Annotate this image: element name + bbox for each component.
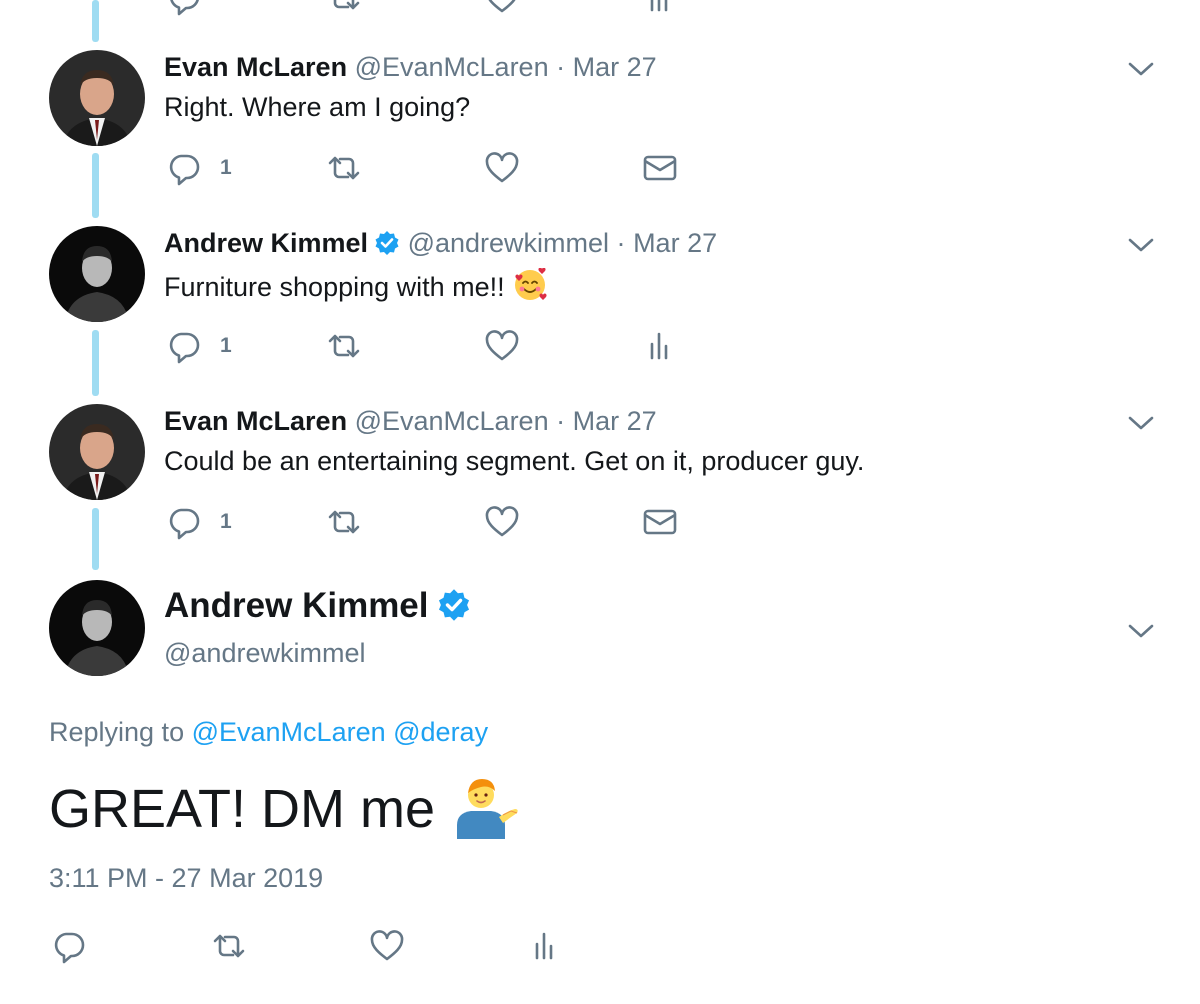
like-button[interactable]	[482, 0, 522, 18]
thread-line	[92, 508, 99, 570]
tweet-text-content: Furniture shopping with me!!	[164, 272, 505, 302]
main-tweet-actions	[49, 925, 609, 967]
replying-to: Replying to @EvanMcLaren @deray	[49, 716, 488, 748]
like-button[interactable]	[482, 148, 522, 188]
heart-icon	[482, 326, 522, 366]
reply-icon	[164, 148, 204, 188]
analytics-button[interactable]	[640, 326, 680, 366]
analytics-icon	[640, 0, 680, 18]
retweet-button[interactable]	[324, 326, 364, 366]
main-author-name[interactable]: Andrew Kimmel	[164, 585, 471, 627]
retweet-button[interactable]	[324, 502, 364, 542]
reply-count: 1	[220, 156, 232, 179]
tweet-text-content: GREAT! DM me	[49, 779, 436, 839]
tweet-date[interactable]: Mar 27	[573, 52, 657, 82]
heart-icon	[482, 502, 522, 542]
tweet-actions-partial	[164, 0, 724, 18]
retweet-icon	[209, 926, 249, 966]
avatar[interactable]	[49, 226, 145, 322]
like-button[interactable]	[482, 502, 522, 542]
author-name[interactable]: Andrew Kimmel	[164, 586, 429, 625]
tweet-actions: 1	[164, 326, 724, 366]
retweet-button[interactable]	[324, 0, 364, 18]
analytics-icon	[525, 926, 565, 966]
mention-link[interactable]: @EvanMcLaren	[192, 717, 386, 747]
reply-count: 1	[220, 510, 232, 533]
reply-button[interactable]	[164, 0, 204, 18]
heart-icon	[367, 926, 407, 966]
retweet-button[interactable]	[209, 925, 249, 967]
chevron-down-icon[interactable]	[1127, 236, 1155, 254]
retweet-icon	[324, 502, 364, 542]
heart-icon	[482, 0, 522, 18]
reply-icon	[164, 0, 204, 18]
author-name[interactable]: Evan McLaren	[164, 52, 347, 82]
reply-button[interactable]: 1	[164, 148, 232, 188]
reply-icon	[164, 502, 204, 542]
heart-icon	[482, 148, 522, 188]
person-tipping-hand-emoji	[449, 773, 521, 839]
envelope-icon	[640, 502, 680, 542]
reply-icon	[49, 926, 89, 966]
reply-icon	[164, 326, 204, 366]
direct-message-button[interactable]	[640, 148, 680, 188]
verified-badge-icon	[374, 230, 400, 256]
analytics-button[interactable]	[640, 0, 680, 18]
verified-badge-icon	[437, 588, 471, 622]
chevron-down-icon[interactable]	[1127, 60, 1155, 78]
thread-line	[92, 153, 99, 218]
retweet-icon	[324, 0, 364, 18]
like-button[interactable]	[482, 326, 522, 366]
reply-button[interactable]: 1	[164, 502, 232, 542]
avatar[interactable]	[49, 404, 145, 500]
tweet-actions: 1	[164, 502, 724, 542]
thread-line	[92, 0, 99, 42]
analytics-icon	[640, 326, 680, 366]
retweet-icon	[324, 326, 364, 366]
avatar[interactable]	[49, 580, 145, 676]
separator: ·	[616, 228, 626, 258]
author-name[interactable]: Evan McLaren	[164, 406, 347, 436]
main-author-handle[interactable]: @andrewkimmel	[164, 637, 365, 669]
thread-line	[92, 330, 99, 396]
retweet-button[interactable]	[324, 148, 364, 188]
tweet-text: Could be an entertaining segment. Get on…	[164, 446, 865, 476]
reply-button[interactable]: 1	[164, 326, 232, 366]
tweet-date[interactable]: Mar 27	[573, 406, 657, 436]
mention-link[interactable]: @deray	[393, 717, 488, 747]
reply-button[interactable]	[49, 925, 89, 967]
like-button[interactable]	[367, 925, 407, 967]
direct-message-button[interactable]	[640, 502, 680, 542]
author-handle[interactable]: @EvanMcLaren	[355, 52, 549, 82]
avatar[interactable]	[49, 50, 145, 146]
envelope-icon	[640, 148, 680, 188]
separator: ·	[556, 406, 566, 436]
author-name[interactable]: Andrew Kimmel	[164, 228, 368, 258]
main-tweet-text: GREAT! DM me	[49, 773, 521, 841]
separator: ·	[556, 52, 566, 82]
retweet-icon	[324, 148, 364, 188]
author-handle[interactable]: @EvanMcLaren	[355, 406, 549, 436]
tweet-text: Furniture shopping with me!!	[164, 268, 547, 304]
reply-count: 1	[220, 334, 232, 357]
tweet-actions: 1	[164, 148, 724, 188]
tweet-date[interactable]: Mar 27	[633, 228, 717, 258]
analytics-button[interactable]	[525, 925, 565, 967]
tweet-timestamp[interactable]: 3:11 PM - 27 Mar 2019	[49, 862, 323, 894]
smiling-face-with-hearts-emoji	[513, 268, 547, 302]
tweet-text: Right. Where am I going?	[164, 92, 471, 122]
chevron-down-icon[interactable]	[1127, 414, 1155, 432]
chevron-down-icon[interactable]	[1127, 622, 1155, 640]
author-handle[interactable]: @andrewkimmel	[408, 228, 609, 258]
replying-label: Replying to	[49, 717, 185, 747]
